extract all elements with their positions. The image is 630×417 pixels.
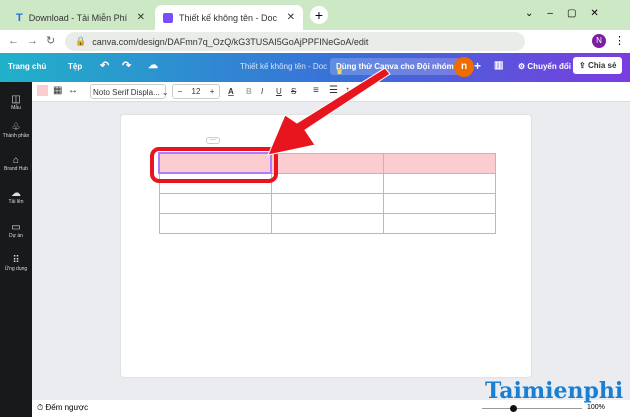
more-options-icon[interactable]: ··· bbox=[206, 137, 220, 144]
cell-color-swatch[interactable] bbox=[37, 85, 48, 96]
sidebar-item-templates[interactable]: ◫ Mẫu bbox=[0, 94, 32, 111]
table-cell[interactable] bbox=[382, 212, 496, 234]
sidebar: ◫ Mẫu ♧ Thành phần ⌂ Brand Hub ☁ Tải lên ▭ Dự… bbox=[0, 82, 32, 417]
url-input[interactable]: 🔒 canva.com/design/DAFmn7q_OzQ/kG3TUSAI5G… bbox=[65, 32, 525, 51]
nav-buttons[interactable]: ←→↻ bbox=[8, 34, 63, 47]
zoom-level[interactable]: 100% bbox=[587, 404, 605, 411]
brand-icon: ⌂ bbox=[12, 155, 20, 166]
close-icon[interactable]: ✕ bbox=[137, 12, 145, 23]
address-bar: ←→↻ 🔒 canva.com/design/DAFmn7q_OzQ/kG3TUS… bbox=[0, 30, 630, 53]
add-member-icon[interactable]: + bbox=[474, 59, 481, 73]
column-width-icon[interactable]: ↔ bbox=[68, 85, 78, 96]
font-size-stepper[interactable]: −12 + bbox=[172, 84, 220, 99]
bold-button[interactable]: B bbox=[246, 87, 252, 96]
analytics-icon[interactable]: ▥ bbox=[494, 60, 503, 71]
sidebar-item-brand-hub[interactable]: ⌂ Brand Hub bbox=[0, 155, 32, 172]
zoom-slider-handle[interactable] bbox=[510, 405, 517, 412]
redo-icon[interactable]: ↷ bbox=[122, 59, 131, 72]
user-avatar[interactable]: n bbox=[454, 57, 474, 77]
apps-grid-icon: ⠿ bbox=[12, 255, 20, 266]
new-tab-button[interactable]: + bbox=[310, 6, 328, 24]
canva-icon bbox=[163, 12, 173, 23]
folder-icon: ▭ bbox=[11, 222, 21, 233]
zoom-slider[interactable] bbox=[482, 408, 582, 409]
red-arrow-annotation bbox=[267, 67, 391, 156]
sidebar-item-projects[interactable]: ▭ Dự án bbox=[0, 222, 32, 239]
table-grid-icon[interactable]: ▦ bbox=[53, 85, 62, 96]
elements-icon: ♧ bbox=[11, 122, 21, 133]
home-button[interactable]: Trang chủ bbox=[8, 62, 46, 71]
timer-button[interactable]: ⏱ Đếm ngược bbox=[37, 403, 88, 413]
sidebar-item-elements[interactable]: ♧ Thành phần bbox=[0, 122, 32, 139]
profile-avatar[interactable]: N bbox=[592, 34, 606, 48]
table-cell[interactable] bbox=[382, 192, 496, 214]
upload-cloud-icon: ☁ bbox=[11, 188, 21, 199]
convert-button[interactable]: ⚙ Chuyển đổi bbox=[518, 62, 571, 71]
tab-canva[interactable]: Thiết kế không tên - Doc ✕ bbox=[155, 5, 303, 30]
cloud-saved-icon: ☁ bbox=[148, 60, 158, 71]
sidebar-item-apps[interactable]: ⠿ Ứng dụng bbox=[0, 255, 32, 272]
file-menu[interactable]: Tệp bbox=[68, 62, 82, 71]
table-cell[interactable] bbox=[270, 172, 384, 194]
lock-icon: 🔒 bbox=[75, 36, 87, 46]
sidebar-item-uploads[interactable]: ☁ Tải lên bbox=[0, 188, 32, 205]
table-row bbox=[158, 192, 496, 214]
table-cell[interactable] bbox=[158, 212, 272, 234]
undo-icon[interactable]: ↶ bbox=[100, 59, 109, 72]
taimienphi-icon: T bbox=[16, 11, 23, 24]
close-icon[interactable]: ✕ bbox=[287, 12, 295, 23]
window-controls[interactable]: ⌄–▢✕ bbox=[525, 8, 613, 19]
taimienphi-watermark: Taimienphi bbox=[485, 378, 624, 404]
table-cell[interactable] bbox=[382, 152, 496, 174]
tab-bar: TDownload - Tải Miễn Phí VN - Ph✕ Thiết … bbox=[0, 0, 630, 30]
font-select[interactable]: Noto Serif Displa... ⌄ bbox=[90, 84, 169, 99]
share-button[interactable]: ⇪ Chia sẻ bbox=[573, 57, 623, 74]
table-cell[interactable] bbox=[158, 192, 272, 214]
text-color-icon[interactable]: A bbox=[228, 87, 234, 96]
table-cell[interactable] bbox=[270, 192, 384, 214]
table-cell[interactable] bbox=[382, 172, 496, 194]
table-cell[interactable] bbox=[270, 212, 384, 234]
menu-icon[interactable]: ⋮ bbox=[614, 34, 625, 47]
tab-download[interactable]: TDownload - Tải Miễn Phí VN - Ph✕ bbox=[8, 5, 153, 30]
highlight-circle bbox=[150, 147, 278, 183]
templates-icon: ◫ bbox=[11, 94, 21, 105]
table-row bbox=[158, 212, 496, 234]
